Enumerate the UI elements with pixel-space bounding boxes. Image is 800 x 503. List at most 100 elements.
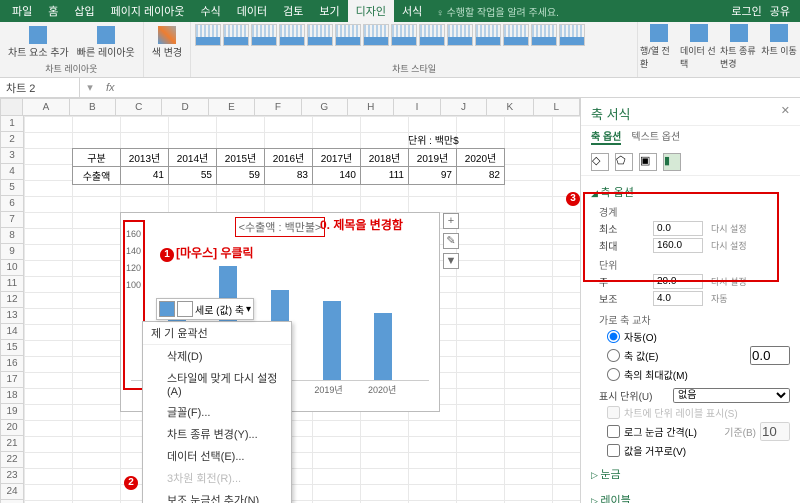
col-header[interactable]: E	[209, 98, 255, 116]
change-colors-button[interactable]: 색 변경	[148, 24, 186, 61]
chart-style-option[interactable]	[307, 24, 333, 46]
tab-view[interactable]: 보기	[311, 0, 347, 22]
row-header[interactable]: 13	[0, 308, 24, 324]
chart-bar[interactable]	[374, 313, 392, 380]
col-header[interactable]: I	[394, 98, 440, 116]
display-unit-select[interactable]: 없음	[673, 388, 790, 403]
row-header[interactable]: 8	[0, 228, 24, 244]
worksheet[interactable]: A B C D E F G H I J K L 1234567891011121…	[0, 98, 580, 503]
share-button[interactable]: 공유	[770, 3, 790, 19]
col-header[interactable]: H	[348, 98, 394, 116]
chart-style-option[interactable]	[195, 24, 221, 46]
mini-toolbar[interactable]: 세로 (값) 축 ▾	[156, 298, 254, 320]
data-table[interactable]: 구분2013년2014년2015년2016년2017년2018년2019년202…	[72, 148, 505, 185]
row-header[interactable]: 15	[0, 340, 24, 356]
effects-icon[interactable]: ⬠	[615, 153, 633, 171]
row-header[interactable]: 20	[0, 420, 24, 436]
row-header[interactable]: 24	[0, 484, 24, 500]
col-header[interactable]: K	[487, 98, 533, 116]
tab-formula[interactable]: 수식	[193, 0, 229, 22]
section-label[interactable]: 레이블	[591, 490, 790, 503]
col-header[interactable]: C	[116, 98, 162, 116]
cross-auto-radio[interactable]	[607, 330, 620, 343]
reset-max[interactable]: 다시 설정	[711, 239, 747, 252]
ctx-fill-outline[interactable]: 제 기 윤곽선	[143, 322, 291, 345]
row-header[interactable]: 12	[0, 292, 24, 308]
chart-style-option[interactable]	[531, 24, 557, 46]
tab-format[interactable]: 서식	[394, 0, 430, 22]
chart-style-option[interactable]	[335, 24, 361, 46]
size-icon[interactable]: ▣	[639, 153, 657, 171]
chart-styles-button[interactable]: ✎	[443, 233, 459, 249]
cross-value-radio[interactable]	[607, 349, 620, 362]
section-axis-options[interactable]: 축 옵션	[591, 182, 790, 202]
row-header[interactable]: 17	[0, 372, 24, 388]
section-tick[interactable]: 눈금	[591, 464, 790, 484]
row-header[interactable]: 5	[0, 180, 24, 196]
chart-style-option[interactable]	[251, 24, 277, 46]
tab-review[interactable]: 검토	[275, 0, 311, 22]
col-header[interactable]: B	[70, 98, 116, 116]
tell-me[interactable]: 수행할 작업을 알려 주세요.	[447, 8, 559, 19]
minor-input[interactable]	[653, 291, 703, 306]
ctx-reset-style[interactable]: 스타일에 맞게 다시 설정(A)	[143, 367, 291, 401]
fill-color-icon[interactable]	[159, 301, 175, 317]
col-header[interactable]: F	[255, 98, 301, 116]
move-chart-button[interactable]: 차트 이동	[760, 24, 798, 75]
chart-bar[interactable]	[323, 301, 341, 380]
pane-tab-text-options[interactable]: 텍스트 옵션	[631, 128, 680, 145]
chart-style-option[interactable]	[419, 24, 445, 46]
outline-color-icon[interactable]	[177, 301, 193, 317]
login-link[interactable]: 로그인	[731, 3, 761, 19]
max-input[interactable]	[653, 238, 703, 253]
tab-data[interactable]: 데이터	[229, 0, 275, 22]
cross-max-radio[interactable]	[607, 368, 620, 381]
tab-pagelayout[interactable]: 페이지 레이아웃	[103, 0, 193, 22]
chart-style-option[interactable]	[503, 24, 529, 46]
tab-design[interactable]: 디자인	[348, 0, 394, 22]
row-header[interactable]: 11	[0, 276, 24, 292]
row-header[interactable]: 3	[0, 148, 24, 164]
axis-options-icon[interactable]: ▮	[663, 153, 681, 171]
pane-close-icon[interactable]: ✕	[781, 104, 790, 123]
row-header[interactable]: 2	[0, 132, 24, 148]
col-header[interactable]: J	[441, 98, 487, 116]
reset-major[interactable]: 다시 설정	[711, 275, 747, 288]
col-header[interactable]: L	[534, 98, 580, 116]
min-input[interactable]	[653, 221, 703, 236]
chart-style-option[interactable]	[447, 24, 473, 46]
chart-style-option[interactable]	[223, 24, 249, 46]
chart-style-option[interactable]	[391, 24, 417, 46]
chart-style-option[interactable]	[559, 24, 585, 46]
row-header[interactable]: 6	[0, 196, 24, 212]
row-header[interactable]: 21	[0, 436, 24, 452]
row-header[interactable]: 10	[0, 260, 24, 276]
fx-icon[interactable]: fx	[100, 82, 121, 94]
row-header[interactable]: 19	[0, 404, 24, 420]
select-data-button[interactable]: 데이터 선택	[680, 24, 718, 75]
cross-value-input[interactable]	[750, 346, 790, 365]
ctx-delete[interactable]: 삭제(D)	[143, 345, 291, 367]
tab-insert[interactable]: 삽입	[66, 0, 102, 22]
ctx-select-data[interactable]: 데이터 선택(E)...	[143, 445, 291, 467]
dropdown-icon[interactable]: ▾	[246, 304, 251, 315]
name-box[interactable]: 차트 2	[0, 78, 80, 98]
ctx-add-minor-gridlines[interactable]: 보조 눈금선 추가(N)	[143, 489, 291, 503]
row-header[interactable]: 14	[0, 324, 24, 340]
select-all-corner[interactable]	[0, 98, 23, 116]
change-chart-type-button[interactable]: 차트 종류 변경	[720, 24, 758, 75]
chart-filter-button[interactable]: ▼	[443, 253, 459, 269]
chart-title[interactable]: <수출액 : 백만불>	[235, 217, 326, 237]
chart-style-option[interactable]	[279, 24, 305, 46]
row-header[interactable]: 1	[0, 116, 24, 132]
reset-min[interactable]: 다시 설정	[711, 222, 747, 235]
col-header[interactable]: A	[23, 98, 69, 116]
tab-home[interactable]: 홈	[40, 0, 66, 22]
add-chart-element-button[interactable]: 차트 요소 추가	[4, 24, 73, 61]
col-header[interactable]: G	[302, 98, 348, 116]
tab-file[interactable]: 파일	[4, 0, 40, 22]
pane-tab-axis-options[interactable]: 축 옵션	[591, 128, 621, 145]
chart-style-option[interactable]	[475, 24, 501, 46]
chart-elements-button[interactable]: +	[443, 213, 459, 229]
row-header[interactable]: 16	[0, 356, 24, 372]
